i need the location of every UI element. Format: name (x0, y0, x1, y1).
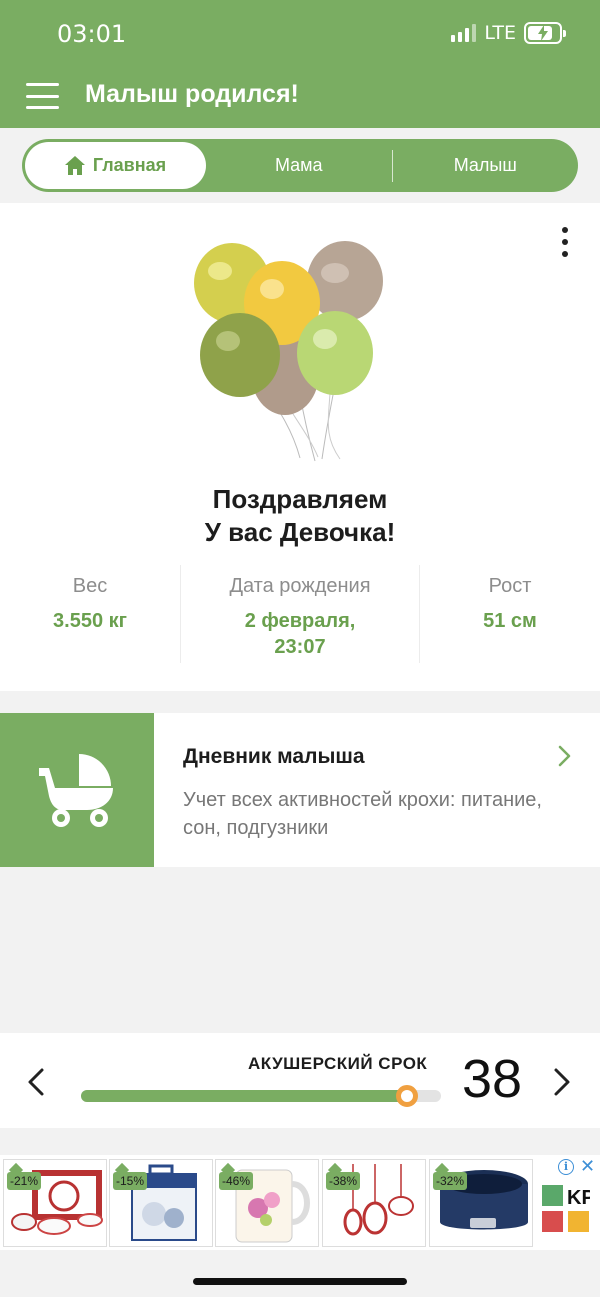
app-header: 03:01 LTE Малыш родился! (0, 0, 600, 128)
stat-birthdate-date: 2 февраля, (244, 610, 356, 632)
stat-birthdate-label: Дата рождения (229, 575, 371, 597)
term-slider-fill (81, 1090, 407, 1102)
stat-height: Рост 51 см (420, 565, 600, 663)
stat-weight-value: 3.550 кг (53, 610, 127, 632)
page-title: Малыш родился! (85, 80, 299, 108)
diary-description: Учет всех активностей крохи: питание, со… (183, 789, 542, 839)
tab-mama[interactable]: Мама (206, 139, 392, 192)
tab-group: Главная Мама Малыш (22, 139, 578, 192)
pregnancy-term-panel: АКУШЕРСКИЙ СРОК 38 (0, 1033, 600, 1128)
congrats-line-1: Поздравляем (212, 484, 388, 514)
term-label: АКУШЕРСКИЙ СРОК (248, 1054, 428, 1073)
term-slider[interactable] (81, 1085, 441, 1107)
congrats-line-2: У вас Девочка! (204, 517, 396, 547)
svg-text:KP: KP (567, 1187, 590, 1209)
tab-mama-label: Мама (274, 155, 323, 175)
signal-icon (451, 24, 477, 42)
tab-baby[interactable]: Малыш (393, 139, 579, 192)
tab-baby-label: Малыш (453, 155, 517, 175)
battery-icon (524, 22, 566, 44)
birth-card: Поздравляем У вас Девочка! Вес 3.550 кг … (0, 203, 600, 691)
ad-close-button[interactable]: ✕ (580, 1157, 595, 1175)
stat-height-value: 51 см (483, 610, 537, 632)
term-week-number: 38 (462, 1049, 523, 1109)
ad-discount-badge: -46% (219, 1172, 254, 1190)
more-options-button[interactable] (560, 227, 570, 257)
tab-home[interactable]: Главная (25, 142, 206, 189)
ad-item[interactable]: -21% (3, 1159, 107, 1247)
diary-icon-box (0, 713, 154, 867)
chevron-right-icon[interactable] (552, 1067, 572, 1097)
diary-title: Дневник малыша (183, 745, 365, 768)
stroller-icon (39, 754, 113, 827)
stat-birthdate-time: 23:07 (274, 636, 326, 658)
stat-weight-label: Вес (72, 575, 108, 597)
ad-item[interactable]: -38% (322, 1159, 426, 1247)
birth-stats: Вес 3.550 кг Дата рождения 2 февраля, 23… (0, 565, 600, 663)
ad-info-icon[interactable]: i (558, 1159, 574, 1175)
home-indicator[interactable] (193, 1278, 407, 1285)
chevron-left-icon[interactable] (26, 1067, 46, 1097)
chevron-right-icon (558, 745, 571, 767)
congrats-heading: Поздравляем У вас Девочка! (0, 483, 600, 549)
ad-discount-badge: -15% (113, 1172, 148, 1190)
network-type: LTE (484, 22, 516, 44)
kp-logo: KP (542, 1185, 590, 1232)
tab-home-label: Главная (92, 155, 167, 175)
status-indicators: LTE (451, 22, 566, 44)
stat-birthdate-value: 2 февраля, 23:07 (181, 608, 419, 660)
ad-item[interactable]: -46% (215, 1159, 319, 1247)
ad-discount-badge: -21% (7, 1172, 42, 1190)
tabs-bar: Главная Мама Малыш (0, 128, 600, 203)
term-slider-thumb[interactable] (395, 1085, 418, 1107)
ad-discount-badge: -32% (433, 1172, 468, 1190)
ad-banner: -21% -15% -46% -38% -32% i ✕ KP (0, 1155, 600, 1250)
status-time: 03:01 (57, 20, 127, 48)
ad-item[interactable]: -32% (429, 1159, 533, 1247)
ad-item[interactable]: -15% (109, 1159, 213, 1247)
menu-button[interactable] (26, 83, 59, 109)
baby-diary-card[interactable]: Дневник малыша Учет всех активностей кро… (0, 713, 600, 867)
balloons-illustration (194, 241, 383, 462)
home-icon (64, 156, 85, 175)
stat-birthdate: Дата рождения 2 февраля, 23:07 (180, 565, 420, 663)
stat-height-label: Рост (488, 575, 532, 597)
stat-weight: Вес 3.550 кг (0, 565, 180, 663)
ad-discount-badge: -38% (326, 1172, 361, 1190)
